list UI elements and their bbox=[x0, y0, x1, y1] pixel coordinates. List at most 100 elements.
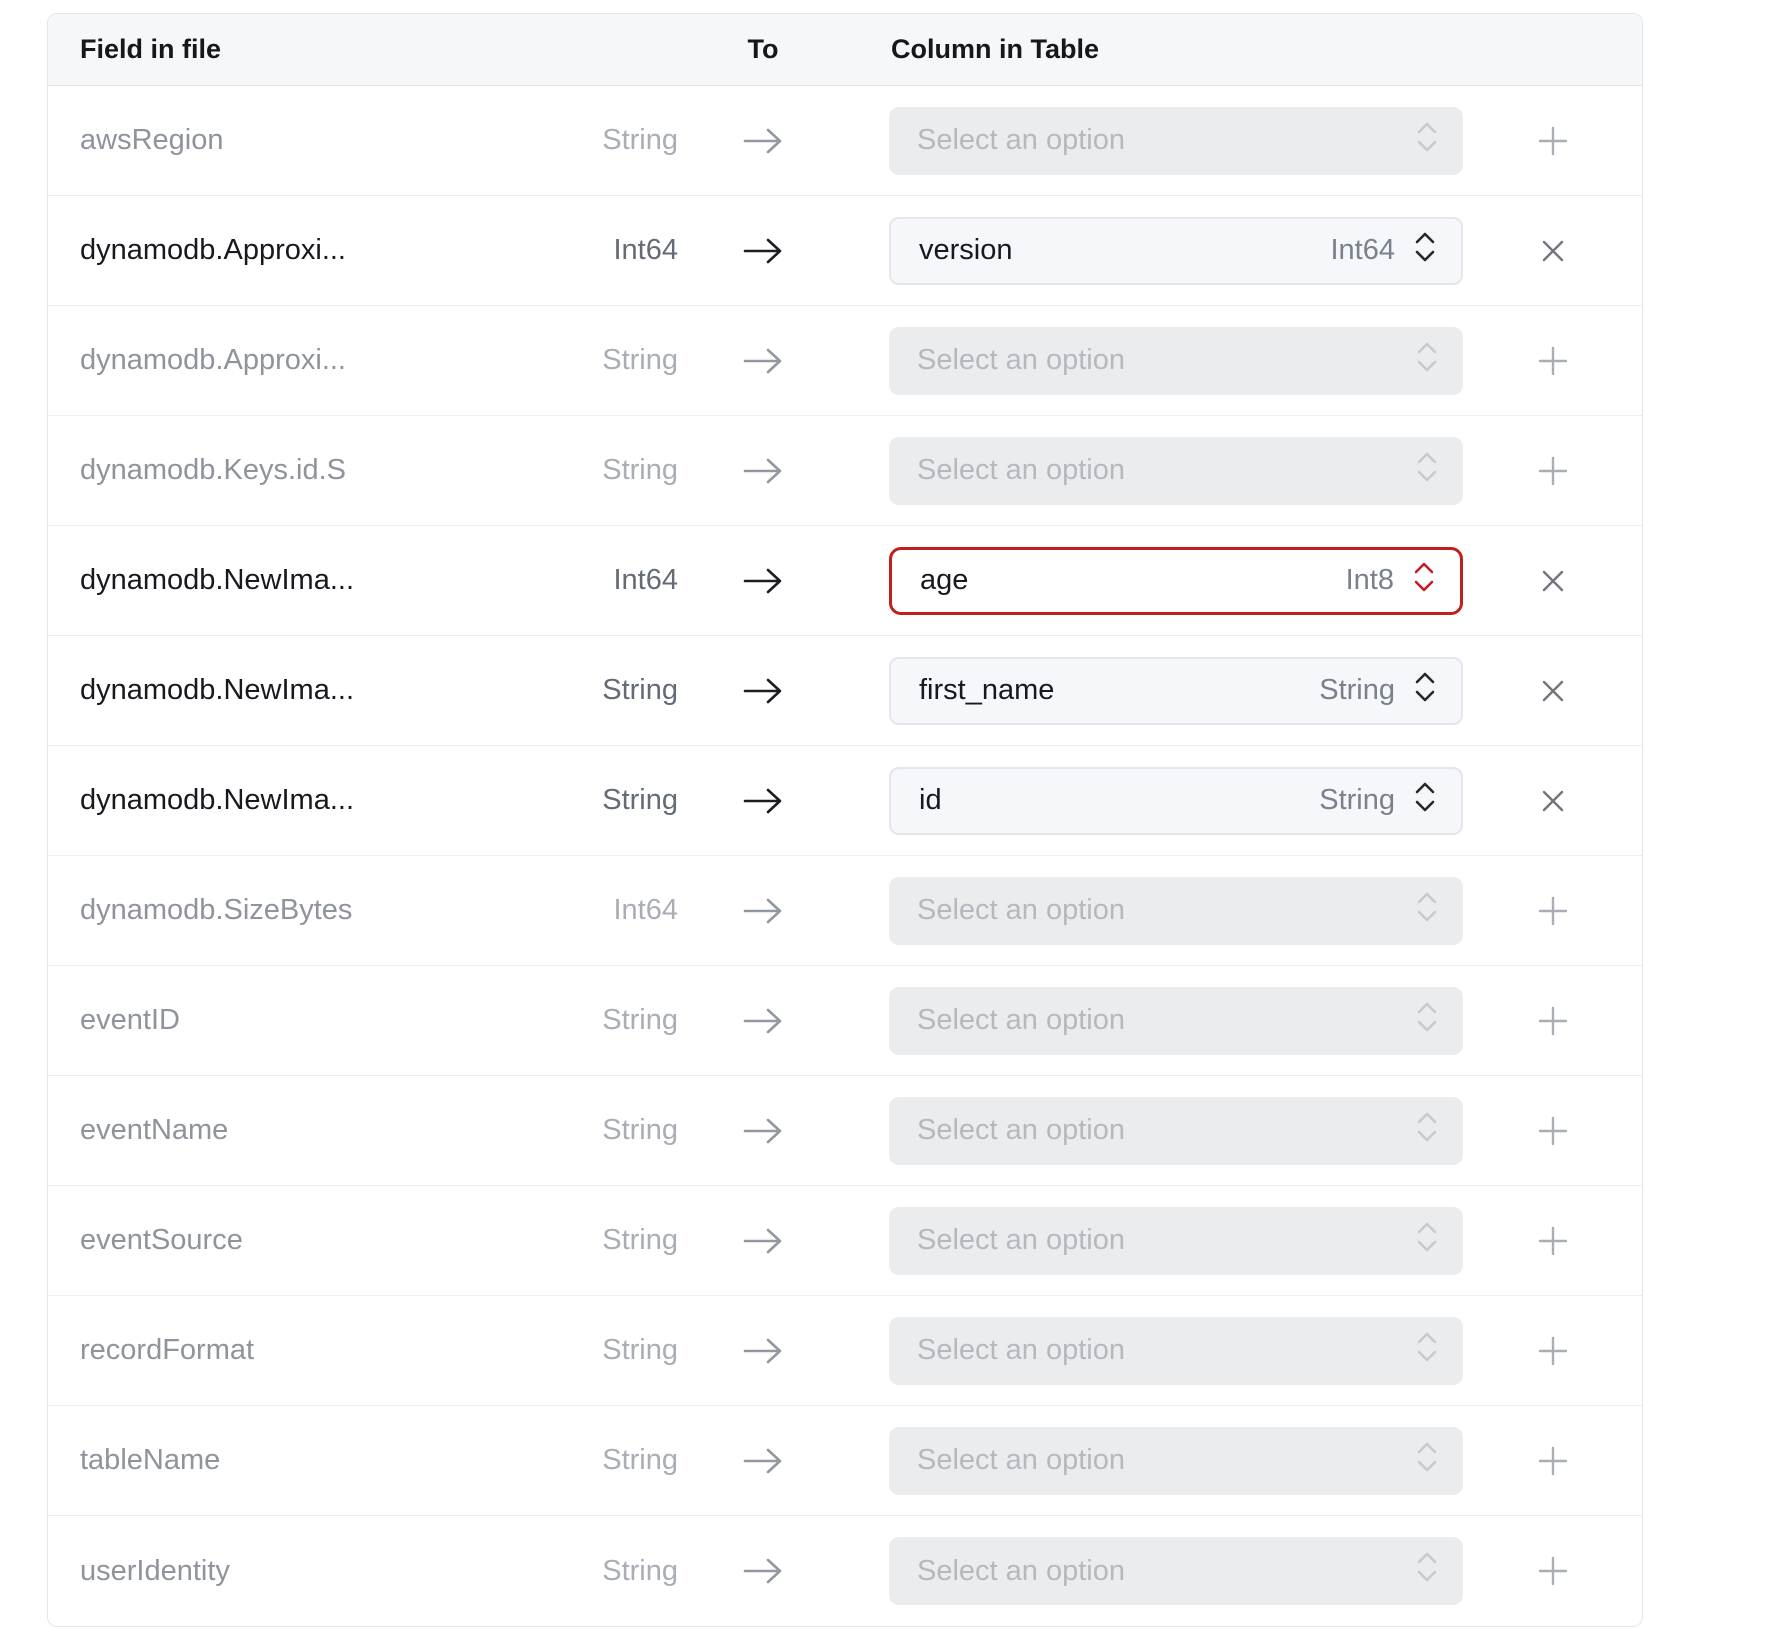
remove-mapping-button[interactable] bbox=[1527, 665, 1579, 717]
column-select[interactable]: version Int64 bbox=[889, 217, 1463, 285]
table-row: dynamodb.NewIma... String first_name Str… bbox=[48, 636, 1642, 746]
field-name: awsRegion bbox=[48, 124, 478, 157]
chevron-updown-icon bbox=[1413, 1439, 1441, 1483]
add-mapping-button[interactable] bbox=[1527, 885, 1579, 937]
column-type: String bbox=[1319, 784, 1395, 817]
chevron-updown-icon bbox=[1413, 1109, 1441, 1153]
arrow-right-icon bbox=[678, 1556, 848, 1586]
field-type: Int64 bbox=[478, 564, 678, 597]
table-header: Field in file To Column in Table bbox=[48, 14, 1642, 86]
select-value bbox=[917, 1555, 1125, 1588]
arrow-right-icon bbox=[678, 1226, 848, 1256]
column-select[interactable]: age Int8 bbox=[889, 547, 1463, 615]
remove-mapping-button[interactable] bbox=[1527, 555, 1579, 607]
chevron-updown-icon bbox=[1413, 449, 1441, 493]
select-value bbox=[917, 894, 1125, 927]
table-row: awsRegion String bbox=[48, 86, 1642, 196]
select-value bbox=[917, 124, 1125, 157]
chevron-updown-icon bbox=[1413, 889, 1441, 933]
add-mapping-button[interactable] bbox=[1527, 335, 1579, 387]
field-name: eventID bbox=[48, 1004, 478, 1037]
table-row: recordFormat String bbox=[48, 1296, 1642, 1406]
column-select bbox=[889, 327, 1463, 395]
column-select[interactable]: first_name String bbox=[889, 657, 1463, 725]
chevron-updown-icon bbox=[1411, 779, 1439, 823]
field-type: Int64 bbox=[478, 894, 678, 927]
table-row: eventSource String bbox=[48, 1186, 1642, 1296]
select-value: version bbox=[919, 234, 1013, 267]
field-type: Int64 bbox=[478, 234, 678, 267]
column-select bbox=[889, 1537, 1463, 1605]
field-mapping-table: Field in file To Column in Table awsRegi… bbox=[47, 13, 1643, 1627]
field-name: tableName bbox=[48, 1444, 478, 1477]
field-name: dynamodb.Keys.id.S bbox=[48, 454, 478, 487]
plus-icon bbox=[1537, 455, 1569, 487]
table-row: eventName String bbox=[48, 1076, 1642, 1186]
field-type: String bbox=[478, 1114, 678, 1147]
table-row: dynamodb.Keys.id.S String bbox=[48, 416, 1642, 526]
field-name: dynamodb.NewIma... bbox=[48, 784, 478, 817]
chevron-updown-icon bbox=[1413, 119, 1441, 163]
column-select bbox=[889, 1317, 1463, 1385]
field-name: eventName bbox=[48, 1114, 478, 1147]
select-value bbox=[917, 1224, 1125, 1257]
add-mapping-button[interactable] bbox=[1527, 115, 1579, 167]
add-mapping-button[interactable] bbox=[1527, 1545, 1579, 1597]
remove-mapping-button[interactable] bbox=[1527, 225, 1579, 277]
add-mapping-button[interactable] bbox=[1527, 1215, 1579, 1267]
header-to: To bbox=[678, 34, 848, 65]
table-row: dynamodb.Approxi... String bbox=[48, 306, 1642, 416]
arrow-right-icon bbox=[678, 1336, 848, 1366]
arrow-right-icon bbox=[678, 126, 848, 156]
field-type: String bbox=[478, 344, 678, 377]
select-value bbox=[917, 1444, 1125, 1477]
field-name: dynamodb.NewIma... bbox=[48, 564, 478, 597]
arrow-right-icon bbox=[678, 346, 848, 376]
cross-icon bbox=[1539, 787, 1567, 815]
field-type: String bbox=[478, 1334, 678, 1367]
column-select[interactable]: id String bbox=[889, 767, 1463, 835]
chevron-updown-icon bbox=[1411, 229, 1439, 273]
plus-icon bbox=[1537, 1225, 1569, 1257]
add-mapping-button[interactable] bbox=[1527, 1325, 1579, 1377]
table-row: dynamodb.Approxi... Int64 version Int64 bbox=[48, 196, 1642, 306]
table-row: userIdentity String bbox=[48, 1516, 1642, 1626]
column-select bbox=[889, 1427, 1463, 1495]
field-type: String bbox=[478, 124, 678, 157]
select-value bbox=[917, 1334, 1125, 1367]
chevron-updown-icon bbox=[1413, 999, 1441, 1043]
add-mapping-button[interactable] bbox=[1527, 1105, 1579, 1157]
chevron-updown-icon bbox=[1413, 1329, 1441, 1373]
table-body: awsRegion String bbox=[48, 86, 1642, 1626]
column-type: Int64 bbox=[1331, 234, 1396, 267]
table-row: tableName String bbox=[48, 1406, 1642, 1516]
field-type: String bbox=[478, 1555, 678, 1588]
plus-icon bbox=[1537, 1115, 1569, 1147]
select-value bbox=[917, 1004, 1125, 1037]
arrow-right-icon bbox=[678, 896, 848, 926]
plus-icon bbox=[1537, 1335, 1569, 1367]
plus-icon bbox=[1537, 1445, 1569, 1477]
field-name: dynamodb.SizeBytes bbox=[48, 894, 478, 927]
field-name: dynamodb.NewIma... bbox=[48, 674, 478, 707]
arrow-right-icon bbox=[678, 566, 848, 596]
column-select bbox=[889, 987, 1463, 1055]
select-value bbox=[917, 1114, 1125, 1147]
remove-mapping-button[interactable] bbox=[1527, 775, 1579, 827]
add-mapping-button[interactable] bbox=[1527, 995, 1579, 1047]
chevron-updown-icon bbox=[1410, 559, 1438, 603]
cross-icon bbox=[1539, 677, 1567, 705]
field-type: String bbox=[478, 674, 678, 707]
select-value: id bbox=[919, 784, 942, 817]
add-mapping-button[interactable] bbox=[1527, 445, 1579, 497]
field-type: String bbox=[478, 1004, 678, 1037]
arrow-right-icon bbox=[678, 236, 848, 266]
cross-icon bbox=[1539, 237, 1567, 265]
plus-icon bbox=[1537, 345, 1569, 377]
field-name: recordFormat bbox=[48, 1334, 478, 1367]
table-row: dynamodb.NewIma... String id String bbox=[48, 746, 1642, 856]
field-name: eventSource bbox=[48, 1224, 478, 1257]
column-select bbox=[889, 107, 1463, 175]
add-mapping-button[interactable] bbox=[1527, 1435, 1579, 1487]
field-name: dynamodb.Approxi... bbox=[48, 234, 478, 267]
